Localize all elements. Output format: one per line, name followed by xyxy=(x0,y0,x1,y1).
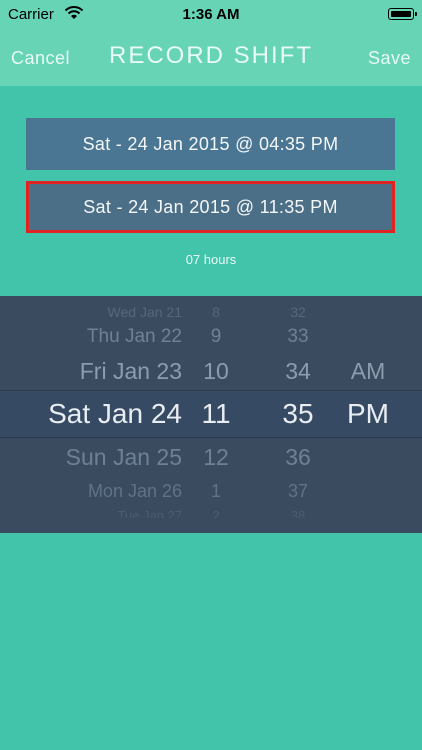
picker-row[interactable]: Wed Jan 21 8 32 xyxy=(0,304,422,320)
date-time-picker[interactable]: Wed Jan 21 8 32 Thu Jan 22 9 33 Fri Jan … xyxy=(0,296,422,533)
picker-date: Thu Jan 22 xyxy=(86,326,182,347)
status-bar: Carrier 1:36 AM xyxy=(0,0,422,28)
picker-hour: 2 xyxy=(212,508,220,518)
picker-minute: 35 xyxy=(282,398,314,429)
picker-date: Wed Jan 21 xyxy=(107,304,182,320)
picker-minute: 36 xyxy=(285,444,311,470)
picker-hour: 8 xyxy=(212,304,220,320)
picker-minute: 32 xyxy=(290,304,306,320)
battery-icon xyxy=(388,8,417,20)
picker-ampm: AM xyxy=(350,358,386,384)
picker-hour: 12 xyxy=(203,444,229,470)
picker-hour: 9 xyxy=(210,326,222,347)
picker-date: Tue Jan 27 xyxy=(117,508,182,518)
picker-date: Fri Jan 23 xyxy=(79,358,182,384)
picker-minute: 37 xyxy=(287,481,309,501)
picker-row[interactable]: Tue Jan 27 2 38 xyxy=(0,508,422,518)
picker-date: Sun Jan 25 xyxy=(65,444,182,470)
status-time: 1:36 AM xyxy=(182,6,240,23)
picker-minute: 34 xyxy=(285,358,311,384)
picker-minute: 38 xyxy=(290,508,306,518)
shift-duration-label: 07 hours xyxy=(185,252,237,267)
picker-hour: 10 xyxy=(203,358,229,384)
nav-bar: Cancel RECORD SHIFT Save xyxy=(0,28,422,86)
shift-start-button[interactable]: Sat - 24 Jan 2015 @ 04:35 PM xyxy=(26,118,395,170)
shift-end-button[interactable]: Sat - 24 Jan 2015 @ 11:35 PM xyxy=(26,181,395,233)
picker-date: Sat Jan 24 xyxy=(48,398,182,429)
picker-date: Mon Jan 26 xyxy=(87,481,182,501)
page-title: RECORD SHIFT xyxy=(109,42,313,69)
picker-hour: 11 xyxy=(201,398,231,429)
picker-hour: 1 xyxy=(210,481,221,501)
picker-ampm: PM xyxy=(347,398,389,429)
picker-minute: 33 xyxy=(287,326,309,347)
save-button[interactable]: Save xyxy=(368,48,411,69)
